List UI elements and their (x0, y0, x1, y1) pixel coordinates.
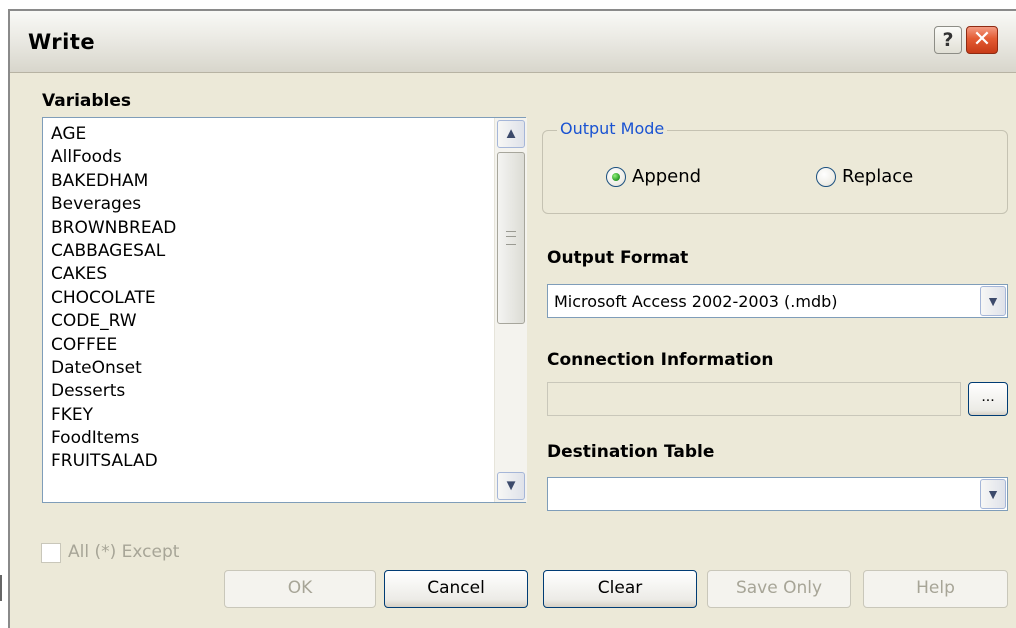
variables-list: AGE AllFoods BAKEDHAM Beverages BROWNBRE… (51, 123, 491, 474)
list-item[interactable]: CABBAGESAL (51, 240, 491, 263)
output-mode-legend: Output Mode (557, 119, 668, 138)
list-item[interactable]: FRUITSALAD (51, 450, 491, 473)
output-format-label: Output Format (547, 248, 689, 268)
list-item[interactable]: CODE_RW (51, 310, 491, 333)
destination-dropdown-button[interactable]: ▼ (980, 479, 1006, 509)
ok-button[interactable]: OK (224, 570, 376, 608)
save-only-button[interactable]: Save Only (707, 570, 851, 608)
list-item[interactable]: FoodItems (51, 427, 491, 450)
list-item[interactable]: BROWNBREAD (51, 217, 491, 240)
list-item[interactable]: FKEY (51, 404, 491, 427)
list-item[interactable]: CHOCOLATE (51, 287, 491, 310)
output-format-select[interactable]: Microsoft Access 2002-2003 (.mdb) ▼ (547, 284, 1008, 318)
destination-table-label: Destination Table (547, 442, 715, 462)
window-title: Write (28, 30, 96, 54)
cancel-button[interactable]: Cancel (384, 570, 528, 608)
output-format-dropdown-button[interactable]: ▼ (980, 286, 1006, 316)
variables-scrollbar[interactable]: ▲ ▼ (494, 118, 527, 502)
list-item[interactable]: Beverages (51, 193, 491, 216)
ellipsis-icon: ... (981, 388, 995, 405)
scroll-up-button[interactable]: ▲ (497, 120, 525, 148)
chevron-down-icon: ▼ (503, 477, 519, 494)
replace-label[interactable]: Replace (842, 166, 913, 187)
radio-selected-dot (612, 173, 620, 181)
append-label[interactable]: Append (632, 166, 701, 187)
chevron-up-icon: ▲ (503, 125, 519, 142)
destination-table-select[interactable]: ▼ (547, 477, 1008, 511)
variables-listbox[interactable]: AGE AllFoods BAKEDHAM Beverages BROWNBRE… (42, 117, 527, 503)
output-mode-group: Output Mode Append Replace (542, 119, 1008, 214)
list-item[interactable]: COFFEE (51, 334, 491, 357)
close-button[interactable]: ✕ (966, 26, 998, 54)
clear-button[interactable]: Clear (543, 570, 697, 608)
scroll-thumb[interactable] (497, 152, 525, 324)
list-item[interactable]: AGE (51, 123, 491, 146)
write-dialog: Write ? ✕ Variables AGE AllFoods BAKEDHA… (8, 9, 1016, 628)
background-edge (0, 575, 2, 601)
list-item[interactable]: BAKEDHAM (51, 170, 491, 193)
output-format-value: Microsoft Access 2002-2003 (.mdb) (554, 292, 838, 311)
help-title-button[interactable]: ? (934, 26, 962, 54)
help-button[interactable]: Help (863, 570, 1008, 608)
connection-info-label: Connection Information (547, 350, 774, 370)
all-except-checkbox[interactable] (41, 543, 61, 563)
replace-radio[interactable] (816, 167, 836, 187)
all-except-label: All (*) Except (68, 542, 180, 562)
scroll-down-button[interactable]: ▼ (497, 472, 525, 500)
chevron-down-icon: ▼ (986, 293, 1000, 309)
connection-info-field[interactable] (547, 382, 961, 416)
close-icon: ✕ (972, 27, 992, 52)
append-radio[interactable] (606, 167, 626, 187)
variables-label: Variables (42, 91, 132, 111)
chevron-down-icon: ▼ (986, 486, 1000, 502)
connection-browse-button[interactable]: ... (968, 382, 1008, 416)
title-bar[interactable]: Write ? ✕ (10, 11, 1016, 73)
list-item[interactable]: DateOnset (51, 357, 491, 380)
question-icon: ? (942, 29, 954, 51)
list-item[interactable]: AllFoods (51, 146, 491, 169)
list-item[interactable]: CAKES (51, 263, 491, 286)
grip-icon (506, 231, 516, 245)
list-item[interactable]: Desserts (51, 380, 491, 403)
